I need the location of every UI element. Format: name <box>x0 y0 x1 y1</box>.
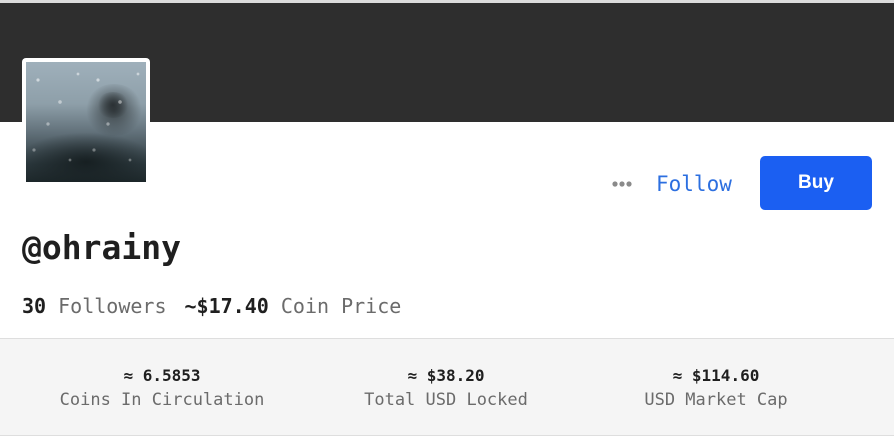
follow-button[interactable]: Follow <box>656 170 732 198</box>
metric-label: Total USD Locked <box>364 390 528 410</box>
metric-value: ≈ $38.20 <box>407 366 485 385</box>
metric-label: Coins In Circulation <box>59 390 265 410</box>
profile-stats: 30 Followers ~$17.40 Coin Price <box>22 292 401 320</box>
buy-button[interactable]: Buy <box>760 156 872 210</box>
metric-value: ≈ $114.60 <box>672 366 760 385</box>
coin-metrics-panel: ≈ 6.5853 Coins In Circulation ≈ $38.20 T… <box>0 338 894 436</box>
metric-label: USD Market Cap <box>644 390 788 410</box>
metric-usd-market-cap: ≈ $114.60 USD Market Cap <box>566 365 866 413</box>
metric-value: ≈ 6.5853 <box>123 366 201 385</box>
coin-price-label: Coin Price <box>280 294 402 318</box>
followers-count: 30 <box>22 294 47 318</box>
rainy-window-avatar-image <box>26 62 146 182</box>
followers-label[interactable]: Followers <box>58 294 166 318</box>
profile-handle: @ohrainy <box>22 228 181 267</box>
ellipsis-icon[interactable] <box>611 176 635 192</box>
metric-total-usd-locked: ≈ $38.20 Total USD Locked <box>296 365 596 413</box>
avatar[interactable] <box>22 58 150 186</box>
metric-coins-in-circulation: ≈ 6.5853 Coins In Circulation <box>12 365 312 413</box>
coin-price-value: ~$17.40 <box>184 294 269 318</box>
